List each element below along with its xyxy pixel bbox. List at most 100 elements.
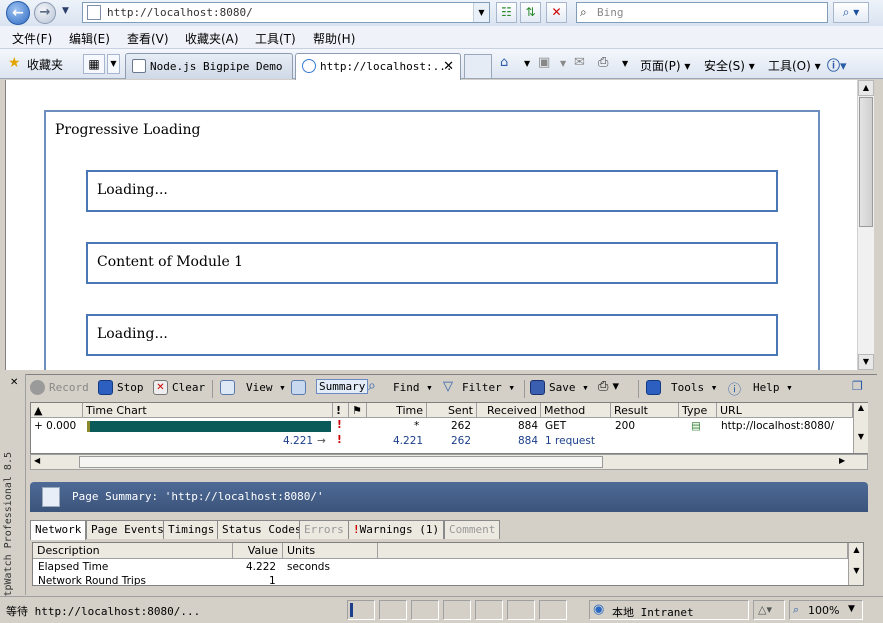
summary-header-description[interactable]: Description bbox=[33, 543, 233, 559]
page-menu[interactable]: 页面(P) ▾ bbox=[640, 57, 690, 74]
stop-button[interactable]: Stop bbox=[117, 381, 144, 394]
scroll-thumb[interactable] bbox=[859, 97, 873, 227]
grid-scroll-down-icon[interactable]: ▼ bbox=[854, 432, 868, 441]
print-dropdown-icon[interactable]: ▼ bbox=[622, 59, 628, 68]
clear-button[interactable]: Clear bbox=[172, 381, 205, 394]
status-cell bbox=[443, 600, 471, 620]
scroll-right-icon[interactable]: ▶ bbox=[839, 456, 845, 465]
grid-scrollbar[interactable]: ▲ ▼ bbox=[853, 403, 868, 453]
close-tab-icon[interactable]: ✕ bbox=[443, 59, 454, 74]
scroll-down-icon[interactable]: ▼ bbox=[858, 354, 874, 370]
tab-warnings[interactable]: !Warnings (1) bbox=[348, 520, 445, 539]
view-button[interactable]: View ▾ bbox=[246, 381, 286, 394]
grid-header-url[interactable]: URL bbox=[717, 403, 853, 418]
page-menu-label: 页面(P) bbox=[640, 59, 681, 73]
tab-page-events[interactable]: Page Events bbox=[86, 520, 169, 539]
filter-button[interactable]: Filter ▾ bbox=[462, 381, 515, 394]
page-heading: Progressive Loading bbox=[55, 122, 201, 138]
table-row[interactable]: + 0.000 ! * 262 884 GET 200 ▤ http://loc… bbox=[31, 419, 853, 434]
favorites-star-icon[interactable]: ★ bbox=[8, 55, 21, 71]
summary-scroll-down-icon[interactable]: ▼ bbox=[849, 566, 863, 575]
scroll-up-icon[interactable]: ▲ bbox=[858, 80, 874, 96]
tab-localhost[interactable]: http://localhost:... ✕ bbox=[295, 53, 461, 80]
hscroll-thumb[interactable] bbox=[79, 456, 603, 468]
search-field[interactable]: ⌕ Bing bbox=[576, 2, 828, 23]
menu-edit[interactable]: 编辑(E) bbox=[69, 30, 110, 47]
page-viewport: Progressive Loading Loading... Content o… bbox=[5, 80, 857, 370]
page-scrollbar[interactable]: ▲ ▼ bbox=[857, 80, 874, 370]
help-icon[interactable]: ⓘ▾ bbox=[827, 55, 847, 74]
summary-button[interactable]: Summary bbox=[316, 379, 369, 394]
tab-network[interactable]: Network bbox=[30, 520, 87, 540]
back-button[interactable]: ← bbox=[6, 1, 30, 25]
grid-header-type[interactable]: Type bbox=[679, 403, 717, 418]
feeds-icon[interactable]: ▣ bbox=[538, 55, 550, 70]
mail-icon[interactable]: ✉ bbox=[574, 55, 585, 70]
grid-header-received[interactable]: Received bbox=[477, 403, 541, 418]
menu-file[interactable]: 文件(F) bbox=[12, 30, 52, 47]
menu-view[interactable]: 查看(V) bbox=[127, 30, 169, 47]
table-row[interactable]: Network Round Trips 1 bbox=[33, 575, 848, 585]
compatibility-view-icon[interactable]: ☷ bbox=[496, 2, 517, 23]
summary-scroll-up-icon[interactable]: ▲ bbox=[849, 545, 863, 554]
grid-header-result[interactable]: Result bbox=[611, 403, 679, 418]
grid-header-warning[interactable]: ! bbox=[333, 403, 349, 418]
summary-header-units[interactable]: Units bbox=[283, 543, 378, 559]
totals-chart-time: 4.221 bbox=[283, 435, 314, 447]
forward-button[interactable]: → bbox=[34, 2, 56, 24]
tab-timings[interactable]: Timings bbox=[163, 520, 220, 539]
close-panel-icon[interactable]: ✕ bbox=[10, 377, 18, 388]
security-zone[interactable]: ◉ 本地 Intranet bbox=[589, 600, 749, 620]
favorites-button[interactable]: 收藏夹 bbox=[27, 56, 63, 73]
scroll-left-icon[interactable]: ◀ bbox=[34, 456, 40, 465]
grid-header-flag[interactable]: ⚑ bbox=[349, 403, 367, 418]
grid-header-method[interactable]: Method bbox=[541, 403, 611, 418]
grid-header-started[interactable]: ▲ bbox=[31, 403, 83, 418]
record-button[interactable]: Record bbox=[49, 381, 89, 394]
home-icon[interactable]: ⌂ bbox=[500, 55, 508, 70]
zoom-control[interactable]: ⌕ 100% ▼ bbox=[789, 600, 863, 620]
address-input[interactable]: http://localhost:8080/ bbox=[107, 6, 253, 19]
menu-favorites[interactable]: 收藏夹(A) bbox=[185, 30, 239, 47]
address-field[interactable]: http://localhost:8080/ ▼ bbox=[82, 2, 490, 23]
zoom-dropdown-icon[interactable]: ▼ bbox=[848, 604, 855, 614]
undock-icon[interactable]: ❐ bbox=[852, 379, 863, 393]
grid-header-sent[interactable]: Sent bbox=[427, 403, 477, 418]
grid-scroll-up-icon[interactable]: ▲ bbox=[854, 403, 868, 412]
summary-units: seconds bbox=[287, 561, 330, 573]
find-button[interactable]: Find ▾ bbox=[393, 381, 433, 394]
protected-mode[interactable]: △▾ bbox=[753, 600, 785, 620]
summary-header-value[interactable]: Value bbox=[233, 543, 283, 559]
stop-icon[interactable]: ✕ bbox=[546, 2, 567, 23]
save-button[interactable]: Save ▾ bbox=[549, 381, 589, 394]
grid-horizontal-scrollbar[interactable]: ◀ ▶ bbox=[30, 454, 868, 470]
grid-header-time-chart[interactable]: Time Chart bbox=[83, 403, 333, 418]
quick-tabs-icon[interactable]: ▦ bbox=[83, 54, 105, 74]
refresh-icon[interactable]: ⇅ bbox=[520, 2, 541, 23]
menu-tools[interactable]: 工具(T) bbox=[255, 30, 296, 47]
table-row[interactable]: Elapsed Time 4.222 seconds bbox=[33, 561, 848, 575]
tools-menu[interactable]: 工具(O) ▾ bbox=[768, 57, 821, 74]
grid-header-time[interactable]: Time bbox=[367, 403, 427, 418]
new-tab-button[interactable] bbox=[464, 54, 492, 78]
feeds-dropdown-icon[interactable]: ▼ bbox=[560, 59, 566, 68]
print-icon[interactable]: ⎙ bbox=[598, 55, 608, 70]
view-label: View bbox=[246, 381, 273, 394]
address-dropdown-icon[interactable]: ▼ bbox=[473, 3, 489, 22]
help-button[interactable]: Help ▾ bbox=[753, 381, 793, 394]
tab-list-dropdown-icon[interactable]: ▼ bbox=[107, 54, 120, 74]
history-dropdown-icon[interactable]: ▼ bbox=[62, 6, 69, 16]
tab-bigpipe-demo[interactable]: Node.js Bigpipe Demo bbox=[125, 53, 293, 79]
tab-errors[interactable]: Errors bbox=[299, 520, 349, 539]
summary-scrollbar[interactable]: ▲ ▼ bbox=[848, 543, 863, 585]
menu-help[interactable]: 帮助(H) bbox=[313, 30, 355, 47]
tools-button[interactable]: Tools ▾ bbox=[671, 381, 717, 394]
search-go-button[interactable]: ⌕ ▾ bbox=[833, 2, 869, 23]
tab-title: http://localhost:... bbox=[320, 60, 453, 73]
home-dropdown-icon[interactable]: ▼ bbox=[524, 59, 530, 68]
safety-menu[interactable]: 安全(S) ▾ bbox=[704, 57, 755, 74]
search-input[interactable]: Bing bbox=[597, 6, 624, 19]
print-icon[interactable]: ⎙ ▾ bbox=[598, 379, 619, 394]
tab-status-codes[interactable]: Status Codes bbox=[217, 520, 307, 539]
tab-comment[interactable]: Comment bbox=[444, 520, 501, 539]
